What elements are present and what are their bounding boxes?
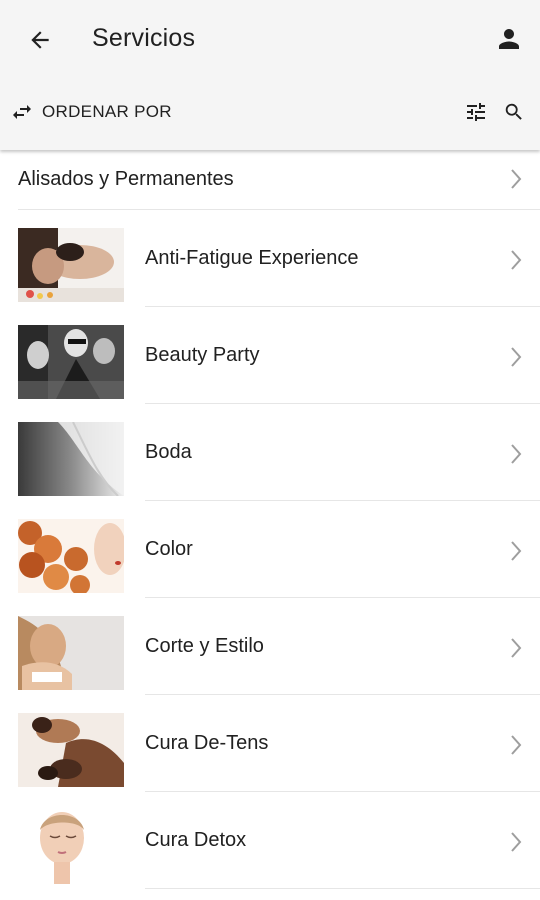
curly-red-hair-photo <box>18 519 124 593</box>
arrow-back-icon <box>27 27 53 53</box>
sort-label: ORDENAR POR <box>42 102 172 121</box>
tune-sliders-icon <box>464 100 488 124</box>
hot-stone-massage-photo <box>18 713 124 787</box>
account-button[interactable] <box>488 18 530 60</box>
chevron-right-icon <box>506 345 526 369</box>
list-item-label: Cura Detox <box>145 829 247 851</box>
massage-face-photo <box>18 228 124 302</box>
list-item[interactable]: Corte y Estilo <box>0 598 540 695</box>
list-item[interactable]: Anti-Fatigue Experience <box>0 210 540 307</box>
bridal-veil-photo <box>18 422 124 496</box>
divider <box>145 888 540 889</box>
chevron-right-icon <box>506 248 526 272</box>
services-list: Alisados y Permanentes Anti-Fatigue Expe… <box>0 150 540 889</box>
list-item-label: Anti-Fatigue Experience <box>145 247 359 269</box>
list-item[interactable]: Cura Detox <box>0 792 540 889</box>
back-button[interactable] <box>20 20 60 60</box>
list-item-label: Corte y Estilo <box>145 635 264 657</box>
party-group-photo <box>18 325 124 399</box>
list-item-label: Color <box>145 538 193 560</box>
page-title: Servicios <box>92 24 196 52</box>
list-item[interactable]: Boda <box>0 404 540 501</box>
list-item-label: Beauty Party <box>145 344 260 366</box>
list-item-alisados[interactable]: Alisados y Permanentes <box>18 150 540 210</box>
chevron-right-icon <box>506 442 526 466</box>
chevron-right-icon <box>506 830 526 854</box>
search-icon <box>503 101 525 123</box>
list-item[interactable]: Beauty Party <box>0 307 540 404</box>
app-bar-top-row: Servicios <box>0 0 540 78</box>
chevron-right-icon <box>506 167 526 191</box>
person-icon <box>494 24 524 54</box>
list-item-label: Boda <box>145 441 192 463</box>
list-item-label: Cura De-Tens <box>145 732 269 754</box>
chevron-right-icon <box>506 733 526 757</box>
sort-toolbar: ORDENAR POR <box>0 88 540 136</box>
app-bar: Servicios ORDENAR POR <box>0 0 540 150</box>
woman-hair-style-photo <box>18 616 124 690</box>
search-button[interactable] <box>498 96 530 128</box>
filter-button[interactable] <box>460 96 492 128</box>
list-item[interactable]: Color <box>0 501 540 598</box>
woman-face-closed-eyes-photo <box>18 810 124 884</box>
sort-button[interactable]: ORDENAR POR <box>10 94 172 130</box>
list-item[interactable]: Cura De-Tens <box>0 695 540 792</box>
chevron-right-icon <box>506 539 526 563</box>
swap-arrows-icon <box>10 100 34 124</box>
chevron-right-icon <box>506 636 526 660</box>
list-item-label: Alisados y Permanentes <box>18 168 234 190</box>
